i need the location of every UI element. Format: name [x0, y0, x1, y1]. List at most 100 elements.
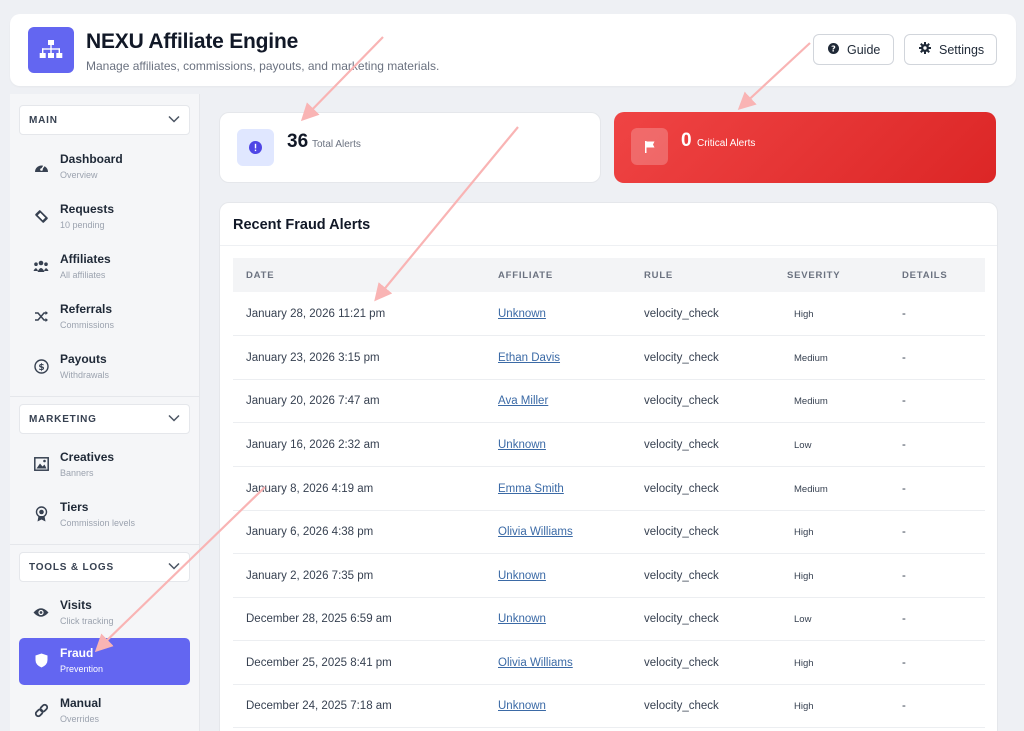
section-divider [10, 396, 200, 397]
settings-button[interactable]: Settings [904, 34, 997, 65]
affiliate-link[interactable]: Unknown [498, 570, 546, 582]
sidebar-item-sub: Withdrawals [60, 370, 110, 380]
sidebar-item-requests[interactable]: Requests 10 pending [19, 194, 190, 241]
panel-divider [220, 245, 997, 246]
alert-rule: velocity_check [644, 657, 719, 669]
alert-date: January 2, 2026 7:35 pm [246, 570, 374, 582]
affiliate-link[interactable]: Ethan Davis [498, 352, 560, 364]
chevron-down-icon [168, 115, 180, 126]
sidebar-item-sub: Overrides [60, 714, 100, 724]
section-title: TOOLS & LOGS [29, 561, 114, 573]
shield-icon [33, 652, 49, 668]
table-row: January 28, 2026 11:21 pm Unknown veloci… [233, 292, 985, 336]
sidebar-item-label: Manual [60, 696, 102, 710]
alert-date: January 23, 2026 3:15 pm [246, 352, 380, 364]
affiliate-link[interactable]: Unknown [498, 700, 546, 712]
users-icon [33, 258, 49, 274]
section-divider [10, 544, 200, 545]
sidebar-item-payouts[interactable]: $ Payouts Withdrawals [19, 344, 190, 391]
alert-circle-icon [237, 129, 274, 166]
section-toggle-tools-logs[interactable]: TOOLS & LOGS [19, 552, 190, 582]
question-circle-icon: ? [828, 42, 839, 57]
sitemap-icon [28, 27, 74, 73]
alert-date: December 28, 2025 6:59 am [246, 613, 392, 625]
alert-rule: velocity_check [644, 308, 719, 320]
sidebar-item-label: Requests [60, 202, 115, 216]
alert-date: January 8, 2026 4:19 am [246, 483, 374, 495]
image-icon [33, 456, 49, 472]
sidebar-item-label: Referrals [60, 302, 113, 316]
alert-date: January 20, 2026 7:47 am [246, 395, 380, 407]
affiliate-link[interactable]: Unknown [498, 308, 546, 320]
sidebar-item-fraud[interactable]: Fraud Prevention [19, 638, 190, 685]
sidebar-item-referrals[interactable]: Referrals Commissions [19, 294, 190, 341]
sidebar-item-sub: Click tracking [60, 616, 114, 626]
eye-icon [33, 604, 49, 620]
critical-alerts-value: 0 [681, 130, 692, 151]
sidebar-item-sub: All affiliates [60, 270, 106, 280]
table-row: January 20, 2026 7:47 am Ava Miller velo… [233, 379, 985, 423]
affiliate-link[interactable]: Unknown [498, 439, 546, 451]
alert-details: - [902, 352, 906, 364]
total-alerts-card: 36 Total Alerts [219, 112, 601, 183]
alert-date: December 25, 2025 8:41 pm [246, 657, 392, 669]
alert-rule: velocity_check [644, 700, 719, 712]
section-toggle-marketing[interactable]: MARKETING [19, 404, 190, 434]
alert-rule: velocity_check [644, 395, 719, 407]
fraud-alerts-panel: Recent Fraud Alerts DATE AFFILIATE RULE … [219, 202, 998, 731]
column-header-date: DATE [246, 270, 275, 281]
alert-rule: velocity_check [644, 352, 719, 364]
sidebar-item-sub: Commissions [60, 320, 115, 330]
sidebar-item-creatives[interactable]: Creatives Banners [19, 442, 190, 489]
sidebar-item-label: Affiliates [60, 252, 111, 266]
column-header-rule: RULE [644, 270, 674, 281]
severity-badge: High [794, 571, 814, 582]
sidebar-item-label: Tiers [60, 500, 89, 514]
sidebar-item-sub: Commission levels [60, 518, 136, 528]
guide-button[interactable]: ? Guide [813, 34, 894, 65]
table-row: January 2, 2026 7:35 pm Unknown velocity… [233, 554, 985, 598]
affiliate-link[interactable]: Olivia Williams [498, 657, 573, 669]
severity-badge: High [794, 527, 814, 538]
sidebar-item-dashboard[interactable]: Dashboard Overview [19, 144, 190, 191]
column-header-affiliate: AFFILIATE [498, 270, 554, 281]
sidebar-item-label: Creatives [60, 450, 115, 464]
section-title: MARKETING [29, 413, 97, 425]
affiliate-link[interactable]: Unknown [498, 613, 546, 625]
table-row: December 28, 2025 6:59 am Unknown veloci… [233, 597, 985, 641]
sidebar-item-manual[interactable]: Manual Overrides [19, 688, 190, 731]
sidebar-item-label: Payouts [60, 352, 107, 366]
shuffle-icon [33, 308, 49, 324]
link-icon [33, 702, 49, 718]
panel-title: Recent Fraud Alerts [233, 217, 371, 233]
dollar-icon: $ [33, 358, 49, 374]
affiliate-link[interactable]: Emma Smith [498, 483, 564, 495]
gear-icon [919, 42, 931, 57]
severity-badge: High [794, 658, 814, 669]
sidebar-item-affiliates[interactable]: Affiliates All affiliates [19, 244, 190, 291]
section-title: MAIN [29, 114, 58, 126]
alert-details: - [902, 483, 906, 495]
table-row: January 16, 2026 2:32 am Unknown velocit… [233, 423, 985, 467]
chevron-down-icon [168, 562, 180, 573]
column-header-severity: SEVERITY [787, 270, 841, 281]
total-alerts-value: 36 [287, 131, 309, 152]
table-row: December 24, 2025 7:18 am Unknown veloci… [233, 684, 985, 728]
affiliate-link[interactable]: Olivia Williams [498, 526, 573, 538]
sidebar-item-label: Fraud [60, 646, 94, 660]
severity-badge: High [794, 701, 814, 712]
alert-details: - [902, 570, 906, 582]
alert-date: January 6, 2026 4:38 pm [246, 526, 374, 538]
settings-label: Settings [939, 42, 985, 57]
app-header: NEXU Affiliate Engine Manage affiliates,… [10, 14, 1016, 86]
sidebar-item-label: Visits [60, 598, 92, 612]
sidebar-item-sub: 10 pending [60, 220, 105, 230]
sidebar-item-visits[interactable]: Visits Click tracking [19, 590, 190, 637]
sidebar-item-tiers[interactable]: Tiers Commission levels [19, 492, 190, 539]
table-row: December 25, 2025 8:41 pm Olivia William… [233, 641, 985, 685]
table-row: January 8, 2026 4:19 am Emma Smith veloc… [233, 467, 985, 511]
alert-date: January 16, 2026 2:32 am [246, 439, 380, 451]
affiliate-link[interactable]: Ava Miller [498, 395, 548, 407]
table-row: January 6, 2026 4:38 pm Olivia Williams … [233, 510, 985, 554]
section-toggle-main[interactable]: MAIN [19, 105, 190, 135]
